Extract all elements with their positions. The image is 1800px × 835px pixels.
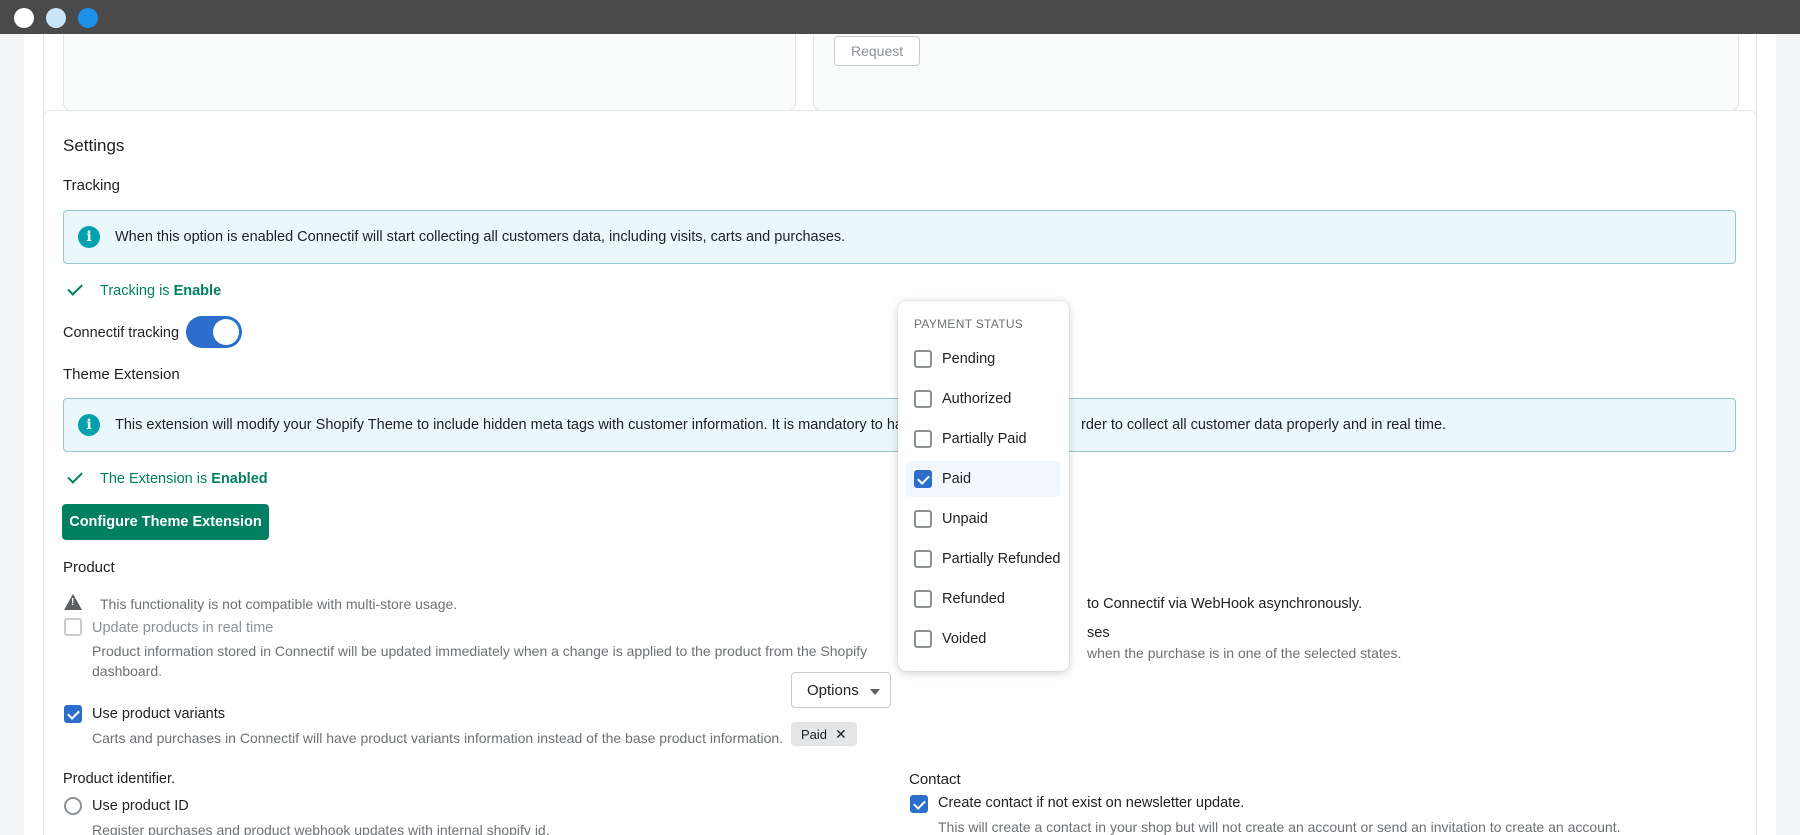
use-product-id-label: Use product ID (92, 798, 189, 814)
option-checkbox[interactable] (914, 550, 932, 568)
check-icon (67, 468, 83, 484)
create-contact-label: Create contact if not exist on newslette… (938, 795, 1245, 811)
use-product-id-desc: Register purchases and product webhook u… (92, 822, 550, 835)
configure-theme-extension-button[interactable]: Configure Theme Extension (62, 504, 269, 540)
tracking-toggle-label: Connectif tracking (63, 325, 180, 341)
option-label: Partially Refunded (942, 551, 1061, 567)
theme-banner-text: This extension will modify your Shopify … (115, 417, 919, 433)
realtime-desc-line2: dashboard. (92, 663, 163, 679)
caret-down-icon (870, 689, 880, 695)
connectif-tracking-toggle[interactable] (186, 316, 242, 348)
product-identifier-heading: Product identifier. (63, 771, 176, 787)
realtime-label: Update products in real time (92, 620, 274, 636)
popover-option[interactable]: Pending (906, 341, 1060, 377)
option-checkbox[interactable] (914, 470, 932, 488)
option-label: Authorized (942, 391, 1012, 407)
option-label: Refunded (942, 591, 1005, 607)
option-checkbox[interactable] (914, 390, 932, 408)
option-label: Pending (942, 351, 996, 367)
window-maximize-button[interactable] (78, 8, 98, 28)
selected-status-tag: Paid ✕ (791, 722, 857, 746)
tag-label: Paid (801, 727, 828, 742)
multistore-warning: This functionality is not compatible wit… (100, 596, 458, 612)
variants-desc: Carts and purchases in Connectif will ha… (92, 730, 784, 746)
popover-option[interactable]: Partially Paid (906, 421, 1060, 457)
webhook-text: to Connectif via WebHook asynchronously. (1087, 596, 1363, 612)
option-label: Unpaid (942, 511, 988, 527)
option-label: Partially Paid (942, 431, 1027, 447)
check-icon (67, 280, 83, 296)
states-text: when the purchase is in one of the selec… (1087, 645, 1402, 661)
popover-option[interactable]: Partially Refunded (906, 541, 1061, 577)
realtime-checkbox[interactable] (64, 618, 82, 636)
info-icon: i (78, 226, 100, 248)
payment-status-options-button[interactable]: Options (791, 672, 891, 708)
window-close-button[interactable] (14, 8, 34, 28)
option-label: Paid (942, 471, 972, 487)
page-content: Request Settings Tracking i When this op… (24, 34, 1776, 835)
option-checkbox[interactable] (914, 430, 932, 448)
settings-title: Settings (63, 136, 125, 155)
option-checkbox[interactable] (914, 510, 932, 528)
create-contact-checkbox[interactable] (910, 795, 928, 813)
option-label: Voided (942, 631, 987, 647)
window-minimize-button[interactable] (46, 8, 66, 28)
top-subcard-left (63, 34, 796, 111)
popover-option[interactable]: Unpaid (906, 501, 1060, 537)
create-contact-desc: This will create a contact in your shop … (938, 819, 1621, 835)
option-checkbox[interactable] (914, 350, 932, 368)
tracking-info-banner: i When this option is enabled Connectif … (63, 210, 1736, 264)
popover-option[interactable]: Refunded (906, 581, 1060, 617)
popover-option[interactable]: Authorized (906, 381, 1060, 417)
popover-option[interactable]: Paid (906, 461, 1060, 497)
payment-status-popover: PAYMENT STATUS Pending Authorized Partia… (898, 301, 1069, 671)
product-heading: Product (63, 559, 115, 576)
use-product-id-radio[interactable] (64, 797, 82, 815)
info-icon: i (78, 414, 100, 436)
popover-title: PAYMENT STATUS (914, 317, 1024, 331)
option-checkbox[interactable] (914, 590, 932, 608)
tracking-banner-text: When this option is enabled Connectif wi… (115, 229, 846, 245)
contact-heading: Contact (909, 771, 961, 788)
remove-tag-icon[interactable]: ✕ (835, 726, 847, 742)
options-label: Options (807, 682, 859, 699)
tracking-heading: Tracking (63, 177, 120, 194)
popover-option[interactable]: Voided (906, 621, 1060, 657)
purchases-label: ses (1087, 625, 1110, 641)
warning-icon (64, 594, 82, 610)
window-titlebar (0, 0, 1800, 34)
variants-checkbox[interactable] (64, 705, 82, 723)
extension-status: The Extension is Enabled (100, 471, 268, 487)
tracking-status: Tracking is Enable (100, 283, 222, 299)
top-subcard-right: Request (813, 34, 1739, 111)
variants-label: Use product variants (92, 706, 225, 722)
option-checkbox[interactable] (914, 630, 932, 648)
toggle-knob (213, 319, 239, 345)
realtime-desc-line1: Product information stored in Connectif … (92, 643, 868, 659)
theme-extension-heading: Theme Extension (63, 366, 180, 383)
theme-banner-text-end: rder to collect all customer data proper… (1081, 417, 1447, 433)
request-button[interactable]: Request (834, 36, 921, 66)
